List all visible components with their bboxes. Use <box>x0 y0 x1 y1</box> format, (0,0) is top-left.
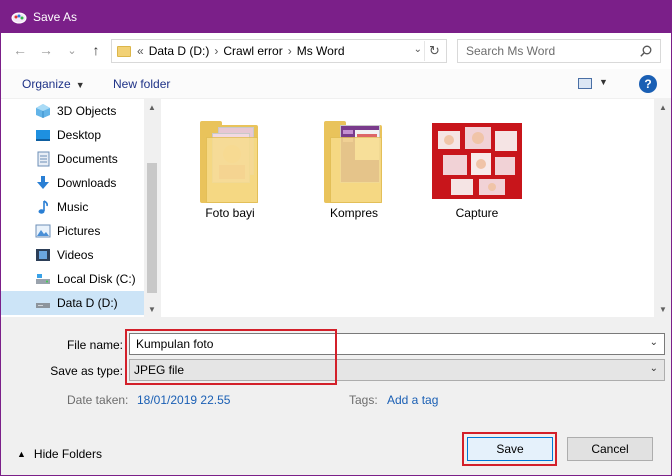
window-title: Save As <box>33 10 78 24</box>
sidebar-item-desktop[interactable]: Desktop <box>1 123 144 147</box>
breadcrumb-separator: › <box>287 44 292 58</box>
hide-folders-toggle[interactable]: ▲ Hide Folders <box>17 447 102 461</box>
file-name: Foto bayi <box>205 206 255 220</box>
paint-app-icon <box>11 9 27 25</box>
breadcrumb-data-d[interactable]: Data D (D:) <box>149 44 210 58</box>
up-arrow-icon[interactable]: ↑ <box>87 41 105 59</box>
save-form: File name: Kumpulan foto ⌄ Save as type:… <box>1 317 671 427</box>
folder-thumbnail-icon <box>306 119 402 203</box>
organize-menu-button[interactable]: Organize ▼ <box>22 77 85 91</box>
desktop-icon <box>35 127 51 143</box>
navigation-pane: 3D Objects Desktop Documents Downloads M… <box>1 99 160 317</box>
file-list-scrollbar[interactable]: ▲ ▼ <box>654 99 671 317</box>
address-bar[interactable]: « Data D (D:) › Crawl error › Ms Word ⌄ … <box>111 39 447 63</box>
image-thumbnail <box>429 119 525 203</box>
file-name-dropdown-chevron-icon[interactable]: ⌄ <box>650 337 658 348</box>
sidebar-item-data-d[interactable]: Data D (D:) <box>1 291 144 315</box>
sidebar-item-videos[interactable]: Videos <box>1 243 144 267</box>
save-as-type-label: Save as type: <box>50 364 123 378</box>
sidebar-item-music[interactable]: Music <box>1 195 144 219</box>
scroll-up-arrow-icon[interactable]: ▲ <box>148 103 156 112</box>
save-button-highlight-box <box>462 432 557 466</box>
downloads-icon <box>35 175 51 191</box>
file-name: Capture <box>455 206 499 220</box>
scroll-up-arrow-icon[interactable]: ▲ <box>659 103 667 112</box>
breadcrumb-overflow[interactable]: « <box>137 44 144 58</box>
folder-icon <box>117 45 131 57</box>
3d-objects-icon <box>35 103 51 119</box>
scroll-down-arrow-icon[interactable]: ▼ <box>659 305 667 314</box>
sidebar-item-downloads[interactable]: Downloads <box>1 171 144 195</box>
recent-locations-chevron-icon[interactable]: ⌄ <box>63 41 81 59</box>
scroll-down-arrow-icon[interactable]: ▼ <box>148 305 156 314</box>
organize-label: Organize <box>22 77 71 91</box>
file-name: Kompres <box>329 206 379 220</box>
sidebar-item-label: Videos <box>57 248 94 262</box>
navigation-scrollbar[interactable]: ▲ ▼ <box>144 99 160 317</box>
file-name-label: File name: <box>66 338 123 352</box>
videos-icon <box>35 247 51 263</box>
search-placeholder: Search Ms Word <box>466 44 556 58</box>
tags-label: Tags: <box>349 393 378 407</box>
sidebar-item-label: Documents <box>57 152 118 166</box>
title-bar: Save As <box>1 1 671 33</box>
file-name-highlight-box <box>125 329 337 385</box>
documents-icon <box>35 151 51 167</box>
sidebar-item-pictures[interactable]: Pictures <box>1 219 144 243</box>
sidebar-item-local-disk-c[interactable]: Local Disk (C:) <box>1 267 144 291</box>
navigation-row: ← → ⌄ ↑ « Data D (D:) › Crawl error › Ms… <box>1 33 671 69</box>
breadcrumb-ms-word[interactable]: Ms Word <box>297 44 345 58</box>
date-taken-value[interactable]: 18/01/2019 22.55 <box>137 393 230 407</box>
music-icon <box>35 199 51 215</box>
file-item-foto-bayi[interactable]: Foto bayi <box>175 119 285 220</box>
sidebar-item-label: Downloads <box>57 176 117 190</box>
sidebar-item-label: Desktop <box>57 128 102 142</box>
breadcrumb-crawl-error[interactable]: Crawl error <box>223 44 282 58</box>
cancel-button[interactable]: Cancel <box>567 437 653 461</box>
save-as-dialog: Save As ← → ⌄ ↑ « Data D (D:) › Crawl er… <box>0 0 672 476</box>
sidebar-item-label: Data D (D:) <box>57 296 118 310</box>
file-list: Foto bayi Kompres Capture <box>161 99 671 317</box>
file-item-capture[interactable]: Capture <box>422 119 532 220</box>
add-tag-link[interactable]: Add a tag <box>387 393 438 407</box>
caret-up-icon: ▲ <box>17 449 26 459</box>
sidebar-item-label: Local Disk (C:) <box>57 272 136 286</box>
date-taken-label: Date taken: <box>67 393 129 407</box>
drive-icon <box>35 295 51 311</box>
scrollbar-thumb[interactable] <box>147 163 157 293</box>
save-as-type-chevron-icon: ⌄ <box>649 363 658 374</box>
forward-arrow-icon[interactable]: → <box>37 41 55 59</box>
search-input[interactable]: Search Ms Word <box>457 39 661 63</box>
sidebar-item-label: Music <box>57 200 89 214</box>
search-icon <box>640 45 652 57</box>
dialog-footer: ▲ Hide Folders Save Cancel <box>1 427 671 475</box>
view-options-caret-icon[interactable]: ▼ <box>599 77 608 87</box>
caret-down-icon: ▼ <box>75 80 85 90</box>
help-icon[interactable]: ? <box>639 75 657 93</box>
hide-folders-label: Hide Folders <box>33 447 102 461</box>
local-disk-icon <box>35 271 51 287</box>
back-arrow-icon[interactable]: ← <box>11 41 29 59</box>
folder-thumbnail-icon <box>182 119 278 203</box>
file-item-kompres[interactable]: Kompres <box>299 119 409 220</box>
address-dropdown-chevron-icon[interactable]: ⌄ <box>414 44 422 55</box>
new-folder-button[interactable]: New folder <box>113 77 170 91</box>
refresh-icon[interactable]: ↻ <box>424 41 444 61</box>
pictures-icon <box>35 223 51 239</box>
sidebar-item-label: 3D Objects <box>57 104 117 118</box>
command-toolbar: Organize ▼ New folder ▼ ? <box>1 69 671 99</box>
change-view-icon[interactable] <box>578 78 592 89</box>
sidebar-item-label: Pictures <box>57 224 101 238</box>
sidebar-item-3d-objects[interactable]: 3D Objects <box>1 99 144 123</box>
breadcrumb-separator: › <box>214 44 219 58</box>
sidebar-item-documents[interactable]: Documents <box>1 147 144 171</box>
